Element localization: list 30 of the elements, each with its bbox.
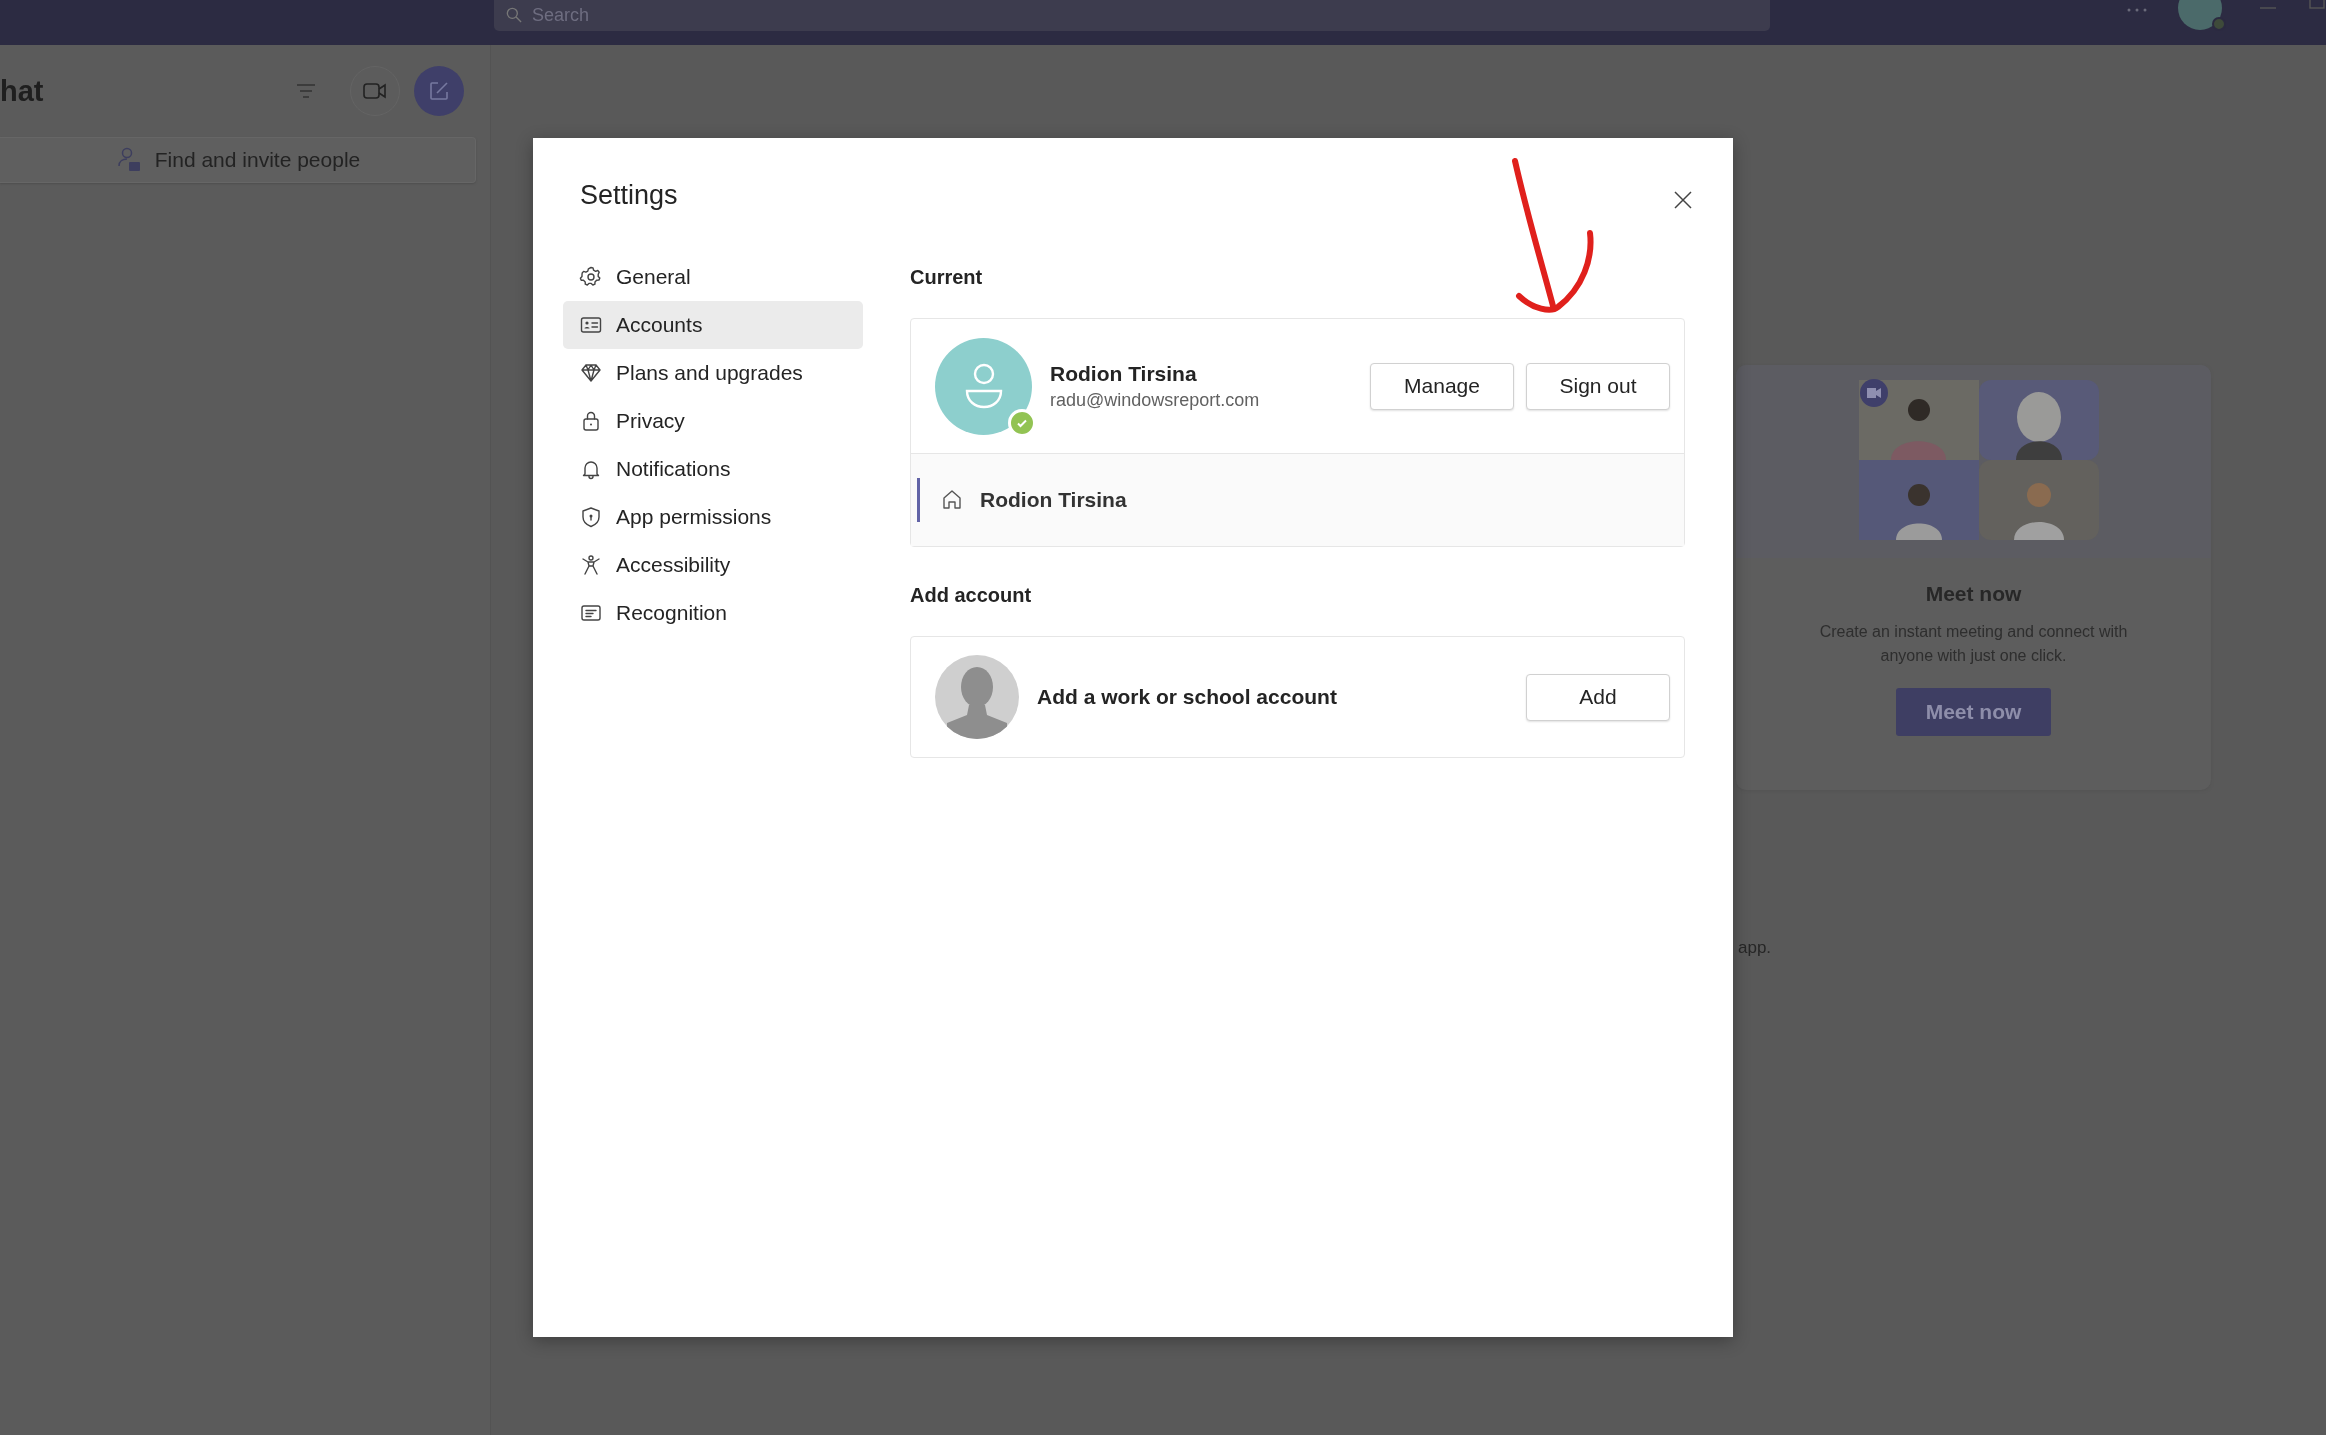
shield-icon bbox=[579, 505, 603, 529]
nav-item[interactable]: Notifications bbox=[563, 445, 863, 493]
account-button[interactable]: Manage bbox=[1370, 362, 1514, 410]
compose-icon bbox=[428, 80, 450, 102]
selection-indicator bbox=[917, 478, 920, 522]
nav-item[interactable]: App permissions bbox=[563, 493, 863, 541]
dialog-title: Settings bbox=[580, 180, 678, 212]
nav-item[interactable]: Accounts bbox=[563, 301, 863, 349]
video-camera-icon bbox=[362, 81, 388, 101]
close-icon bbox=[1673, 190, 1693, 210]
nav-item[interactable]: Accessibility bbox=[563, 541, 863, 589]
add-button[interactable]: Add bbox=[1526, 673, 1670, 721]
gear-icon bbox=[579, 265, 603, 289]
nav-item[interactable]: Privacy bbox=[563, 397, 863, 445]
more-icon bbox=[2126, 6, 2148, 14]
filter-icon bbox=[294, 81, 318, 101]
new-chat-button[interactable] bbox=[414, 66, 464, 116]
nav-item[interactable]: General bbox=[563, 253, 863, 301]
panel-title: hat bbox=[0, 74, 44, 108]
section-heading: Add account bbox=[910, 582, 1033, 608]
organization-name: Rodion Tirsina bbox=[980, 488, 1127, 512]
account-email: radu@windowsreport.com bbox=[1050, 389, 1260, 411]
section-heading: Current bbox=[910, 264, 984, 290]
home-icon bbox=[940, 488, 964, 512]
nav-item[interactable]: Plans and upgrades bbox=[563, 349, 863, 397]
account-button[interactable]: Sign out bbox=[1526, 362, 1670, 410]
diamond-icon bbox=[579, 361, 603, 385]
add-account-label: Add a work or school account bbox=[1037, 685, 1337, 709]
nav-item[interactable]: Recognition bbox=[563, 589, 863, 637]
account-name: Rodion Tirsina bbox=[1050, 361, 1198, 386]
